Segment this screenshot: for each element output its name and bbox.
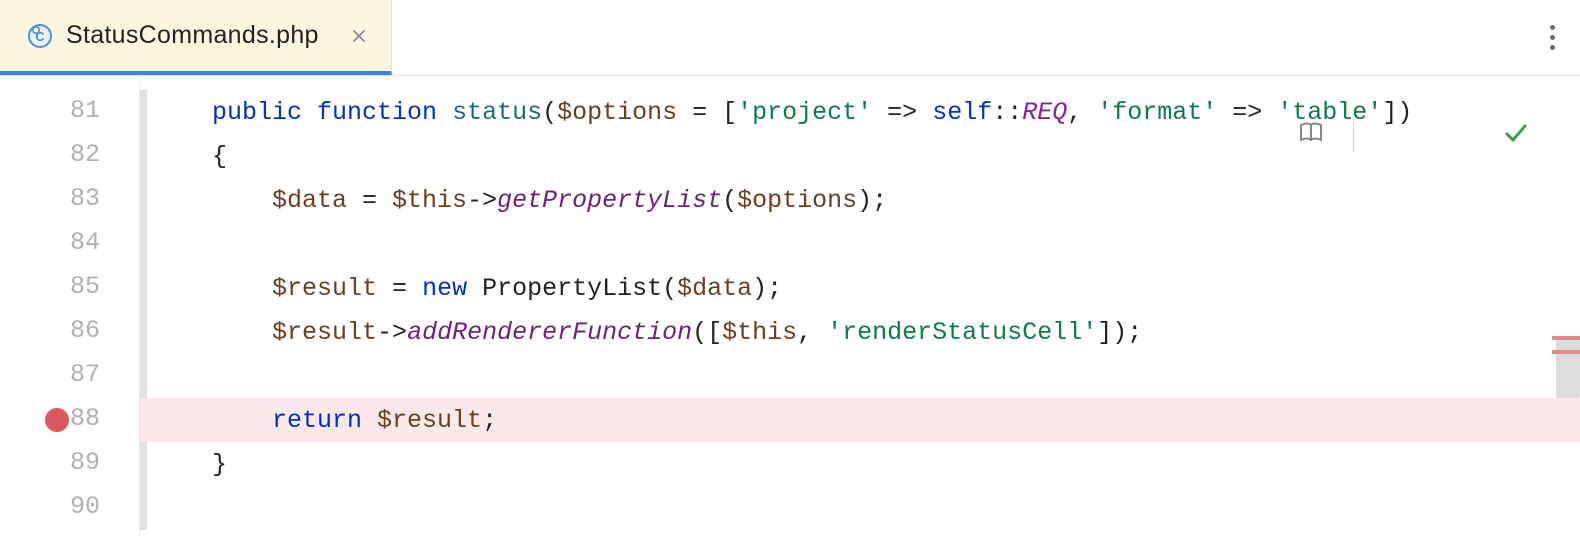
code-token: = — [377, 274, 422, 303]
code-token: $data — [677, 274, 752, 303]
code-token: REQ — [1022, 98, 1067, 127]
code-token: status — [452, 98, 542, 127]
code-token: 'format' — [1097, 98, 1217, 127]
code-token: $this — [722, 318, 797, 347]
code-token: $result — [272, 318, 377, 347]
code-token: $options — [557, 98, 677, 127]
code-token: ([ — [692, 318, 722, 347]
line-number[interactable]: 89 — [0, 448, 100, 477]
code-token: ]); — [1097, 318, 1142, 347]
line-number[interactable]: 84 — [0, 228, 100, 257]
code-token: new — [422, 274, 482, 303]
line-number[interactable]: 86 — [0, 316, 100, 345]
code-token: , — [1067, 98, 1097, 127]
line-number[interactable]: 85 — [0, 272, 100, 301]
tab-filename-label: StatusCommands.php — [66, 21, 319, 50]
code-token: 'project' — [737, 98, 872, 127]
code-token: , — [797, 318, 827, 347]
code-token: = [ — [677, 98, 737, 127]
code-line[interactable]: $result = new PropertyList($data); — [140, 266, 1580, 310]
code-token: function — [317, 98, 452, 127]
code-token: self — [932, 98, 992, 127]
code-token: -> — [467, 186, 497, 215]
breakpoint-marker[interactable] — [45, 408, 69, 432]
code-token: PropertyList( — [482, 274, 677, 303]
code-token: -> — [377, 318, 407, 347]
line-number[interactable]: 87 — [0, 360, 100, 389]
svg-text:C: C — [35, 29, 45, 44]
code-token: ); — [857, 186, 887, 215]
code-token: addRendererFunction — [407, 318, 692, 347]
line-number[interactable]: 82 — [0, 140, 100, 169]
code-line[interactable]: $result->addRendererFunction([$this, 're… — [140, 310, 1580, 354]
line-number[interactable]: 90 — [0, 492, 100, 521]
code-token: ]) — [1382, 98, 1412, 127]
code-token: } — [212, 450, 227, 479]
editor-tab-active[interactable]: C StatusCommands.php — [0, 0, 392, 75]
more-options-button[interactable] — [1548, 25, 1556, 50]
code-token: = — [347, 186, 392, 215]
code-token: :: — [992, 98, 1022, 127]
code-token: getPropertyList — [497, 186, 722, 215]
gutter[interactable]: 81828384858687888990 — [0, 76, 140, 536]
code-area[interactable]: public function status($options = ['proj… — [140, 76, 1580, 536]
code-token: ( — [542, 98, 557, 127]
code-line[interactable] — [140, 486, 1580, 530]
code-token: ; — [482, 406, 497, 435]
code-token: $this — [392, 186, 467, 215]
code-token: $result — [377, 406, 482, 435]
close-tab-button[interactable] — [349, 26, 369, 46]
code-line[interactable]: } — [140, 442, 1580, 486]
code-token: $data — [272, 186, 347, 215]
code-token: ); — [752, 274, 782, 303]
code-token: => — [872, 98, 932, 127]
editor-tab-bar: C StatusCommands.php — [0, 0, 1580, 76]
code-token: $result — [272, 274, 377, 303]
code-line[interactable] — [140, 354, 1580, 398]
php-class-icon: C — [26, 22, 54, 50]
code-line[interactable]: { — [140, 134, 1580, 178]
code-token: $options — [737, 186, 857, 215]
code-line[interactable] — [140, 222, 1580, 266]
tab-bar-actions — [1548, 0, 1580, 75]
code-editor[interactable]: 81828384858687888990 public function sta… — [0, 76, 1580, 536]
code-token: => — [1217, 98, 1277, 127]
code-line[interactable]: public function status($options = ['proj… — [140, 90, 1580, 134]
code-token: 'table' — [1277, 98, 1382, 127]
line-number[interactable]: 81 — [0, 96, 100, 125]
code-line[interactable]: $data = $this->getPropertyList($options)… — [140, 178, 1580, 222]
code-token: { — [212, 142, 227, 171]
code-token: 'renderStatusCell' — [827, 318, 1097, 347]
line-number[interactable]: 83 — [0, 184, 100, 213]
code-line[interactable]: return $result; — [140, 398, 1580, 442]
code-token: ( — [722, 186, 737, 215]
code-token: return — [272, 406, 377, 435]
code-token: public — [212, 98, 317, 127]
